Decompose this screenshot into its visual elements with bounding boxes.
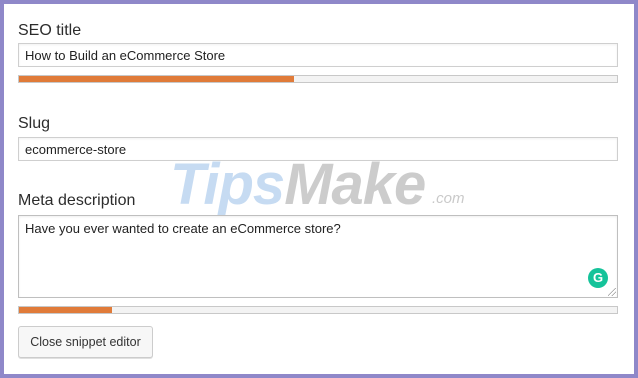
meta-description-text: Have you ever wanted to create an eComme… xyxy=(25,221,341,236)
meta-description-progress-bar xyxy=(18,306,618,314)
meta-description-textarea[interactable]: Have you ever wanted to create an eComme… xyxy=(18,215,618,298)
seo-title-label: SEO title xyxy=(18,22,82,39)
seo-title-input[interactable]: How to Build an eCommerce Store xyxy=(18,43,618,67)
watermark-part1: Tips xyxy=(170,152,285,217)
watermark-part2: Make xyxy=(284,152,426,217)
grammarly-icon[interactable]: G xyxy=(588,268,608,288)
close-snippet-editor-button[interactable]: Close snippet editor xyxy=(18,326,153,358)
resize-handle-icon[interactable] xyxy=(608,288,616,296)
meta-description-label: Meta description xyxy=(18,192,136,209)
meta-description-progress-fill xyxy=(19,307,112,313)
watermark-suffix: .com xyxy=(432,190,465,207)
tipsmake-watermark: TipsMake .com xyxy=(170,154,480,224)
seo-title-progress-bar xyxy=(18,75,618,83)
slug-input[interactable]: ecommerce-store xyxy=(18,137,618,161)
snippet-editor-panel: SEO title How to Build an eCommerce Stor… xyxy=(4,4,634,374)
seo-title-progress-fill xyxy=(19,76,295,82)
slug-label: Slug xyxy=(18,115,51,132)
